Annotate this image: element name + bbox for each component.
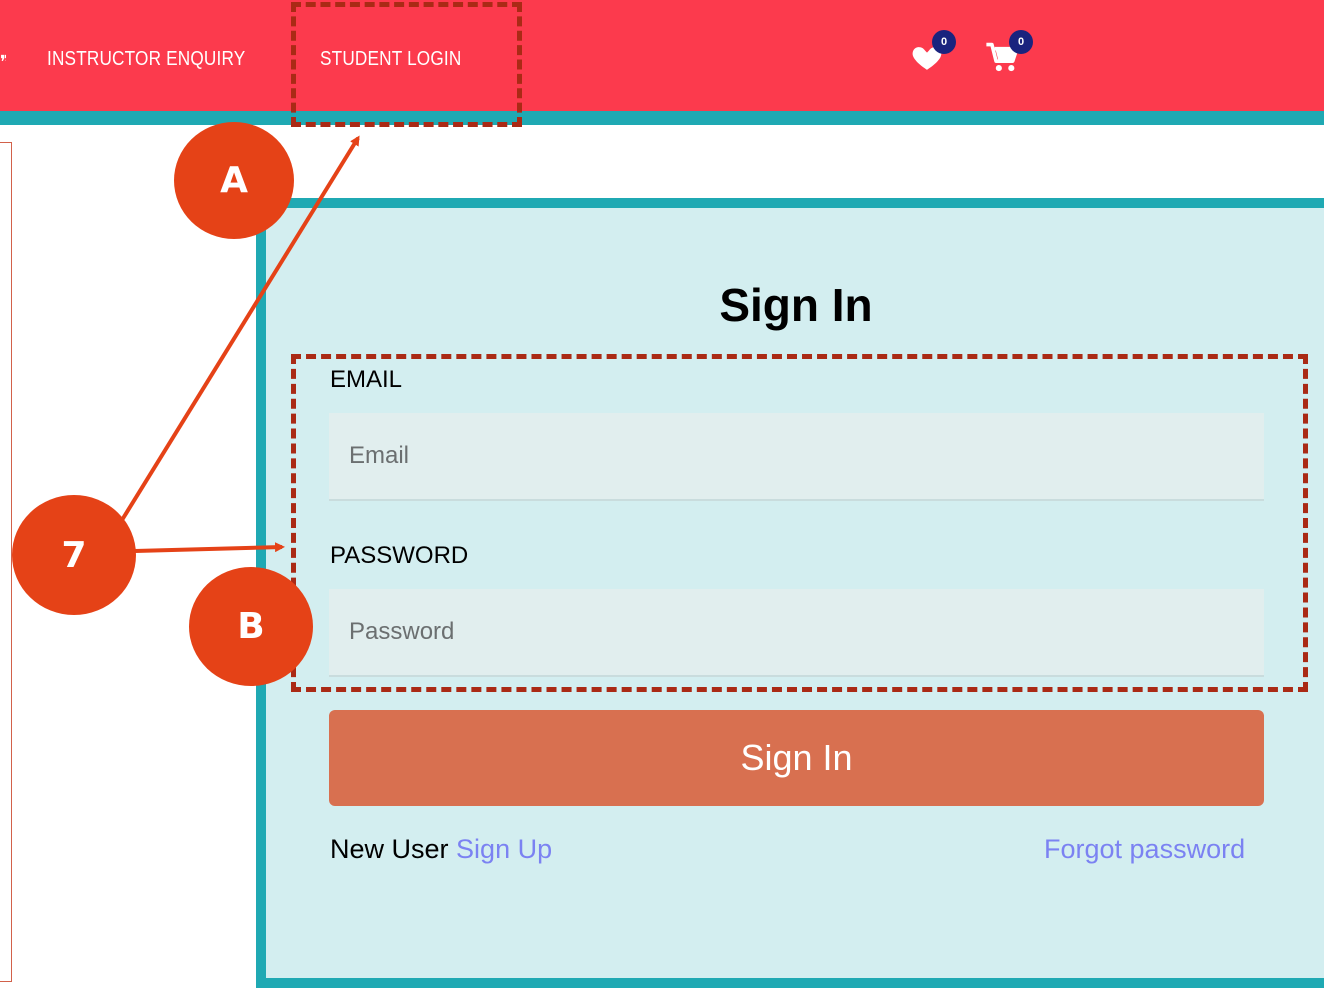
arrow-to-credentials [134, 542, 285, 553]
marker-7: 7 [12, 495, 136, 615]
marker-a: A [174, 122, 294, 239]
marker-b: B [189, 567, 313, 686]
